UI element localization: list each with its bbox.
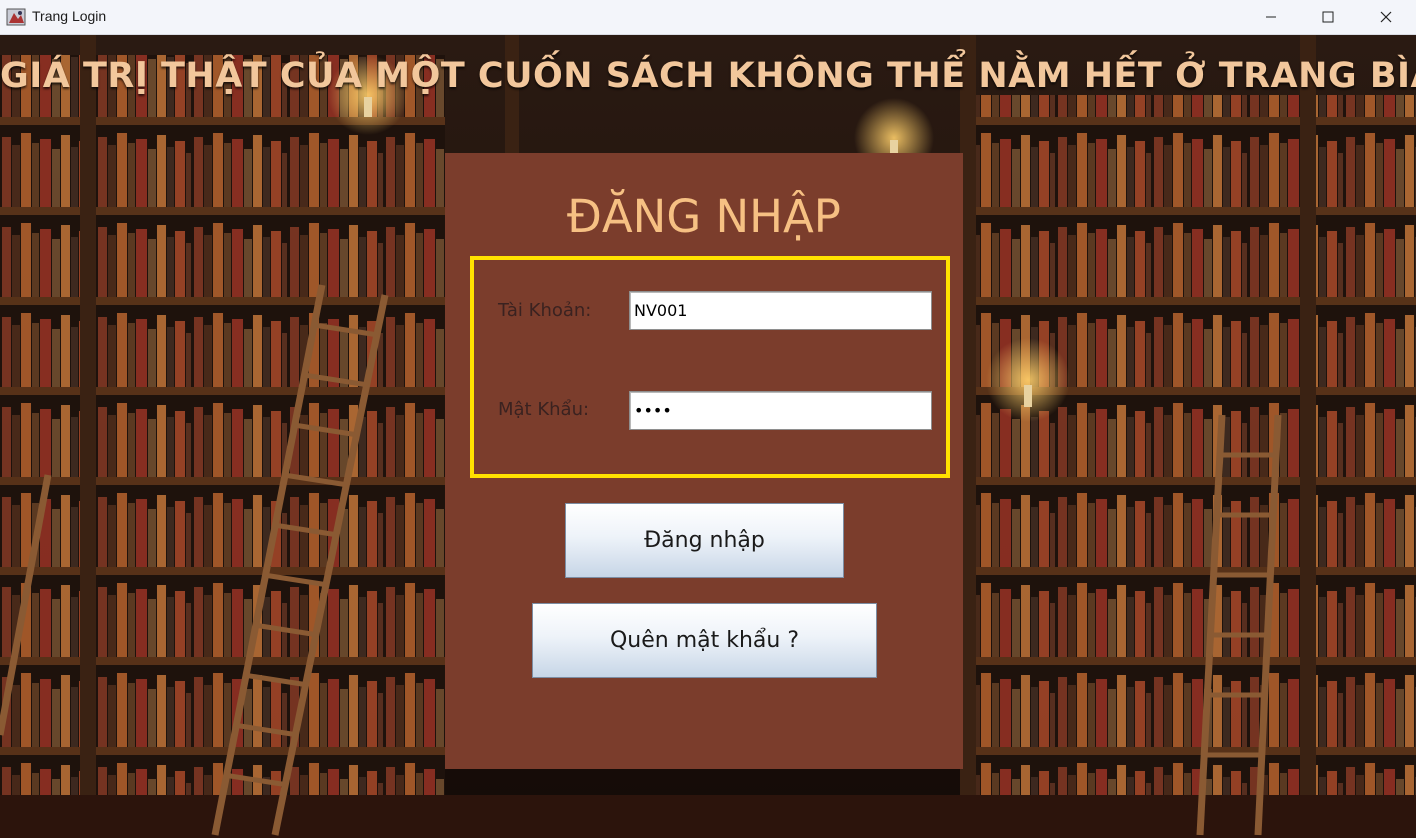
account-label: Tài Khoản: [498,300,592,321]
maximize-button[interactable] [1299,0,1357,34]
login-button[interactable]: Đăng nhập [565,503,844,578]
window-titlebar: Trang Login [0,0,1416,35]
login-title: ĐĂNG NHẬP [567,190,841,243]
password-label: Mật Khẩu: [498,399,590,420]
close-button[interactable] [1357,0,1415,34]
close-icon [1380,11,1392,23]
headline-text: GIÁ TRỊ THẬT CỦA MỘT CUỐN SÁCH KHÔNG THỂ… [0,56,1416,96]
password-input[interactable] [629,391,932,430]
maximize-icon [1322,11,1334,23]
forgot-password-button[interactable]: Quên mật khẩu ? [532,603,877,678]
credentials-box [470,256,950,478]
java-app-icon [6,8,26,26]
window-title: Trang Login [32,8,107,24]
account-input[interactable] [629,291,932,330]
minimize-button[interactable] [1242,0,1300,34]
minimize-icon [1266,16,1276,18]
